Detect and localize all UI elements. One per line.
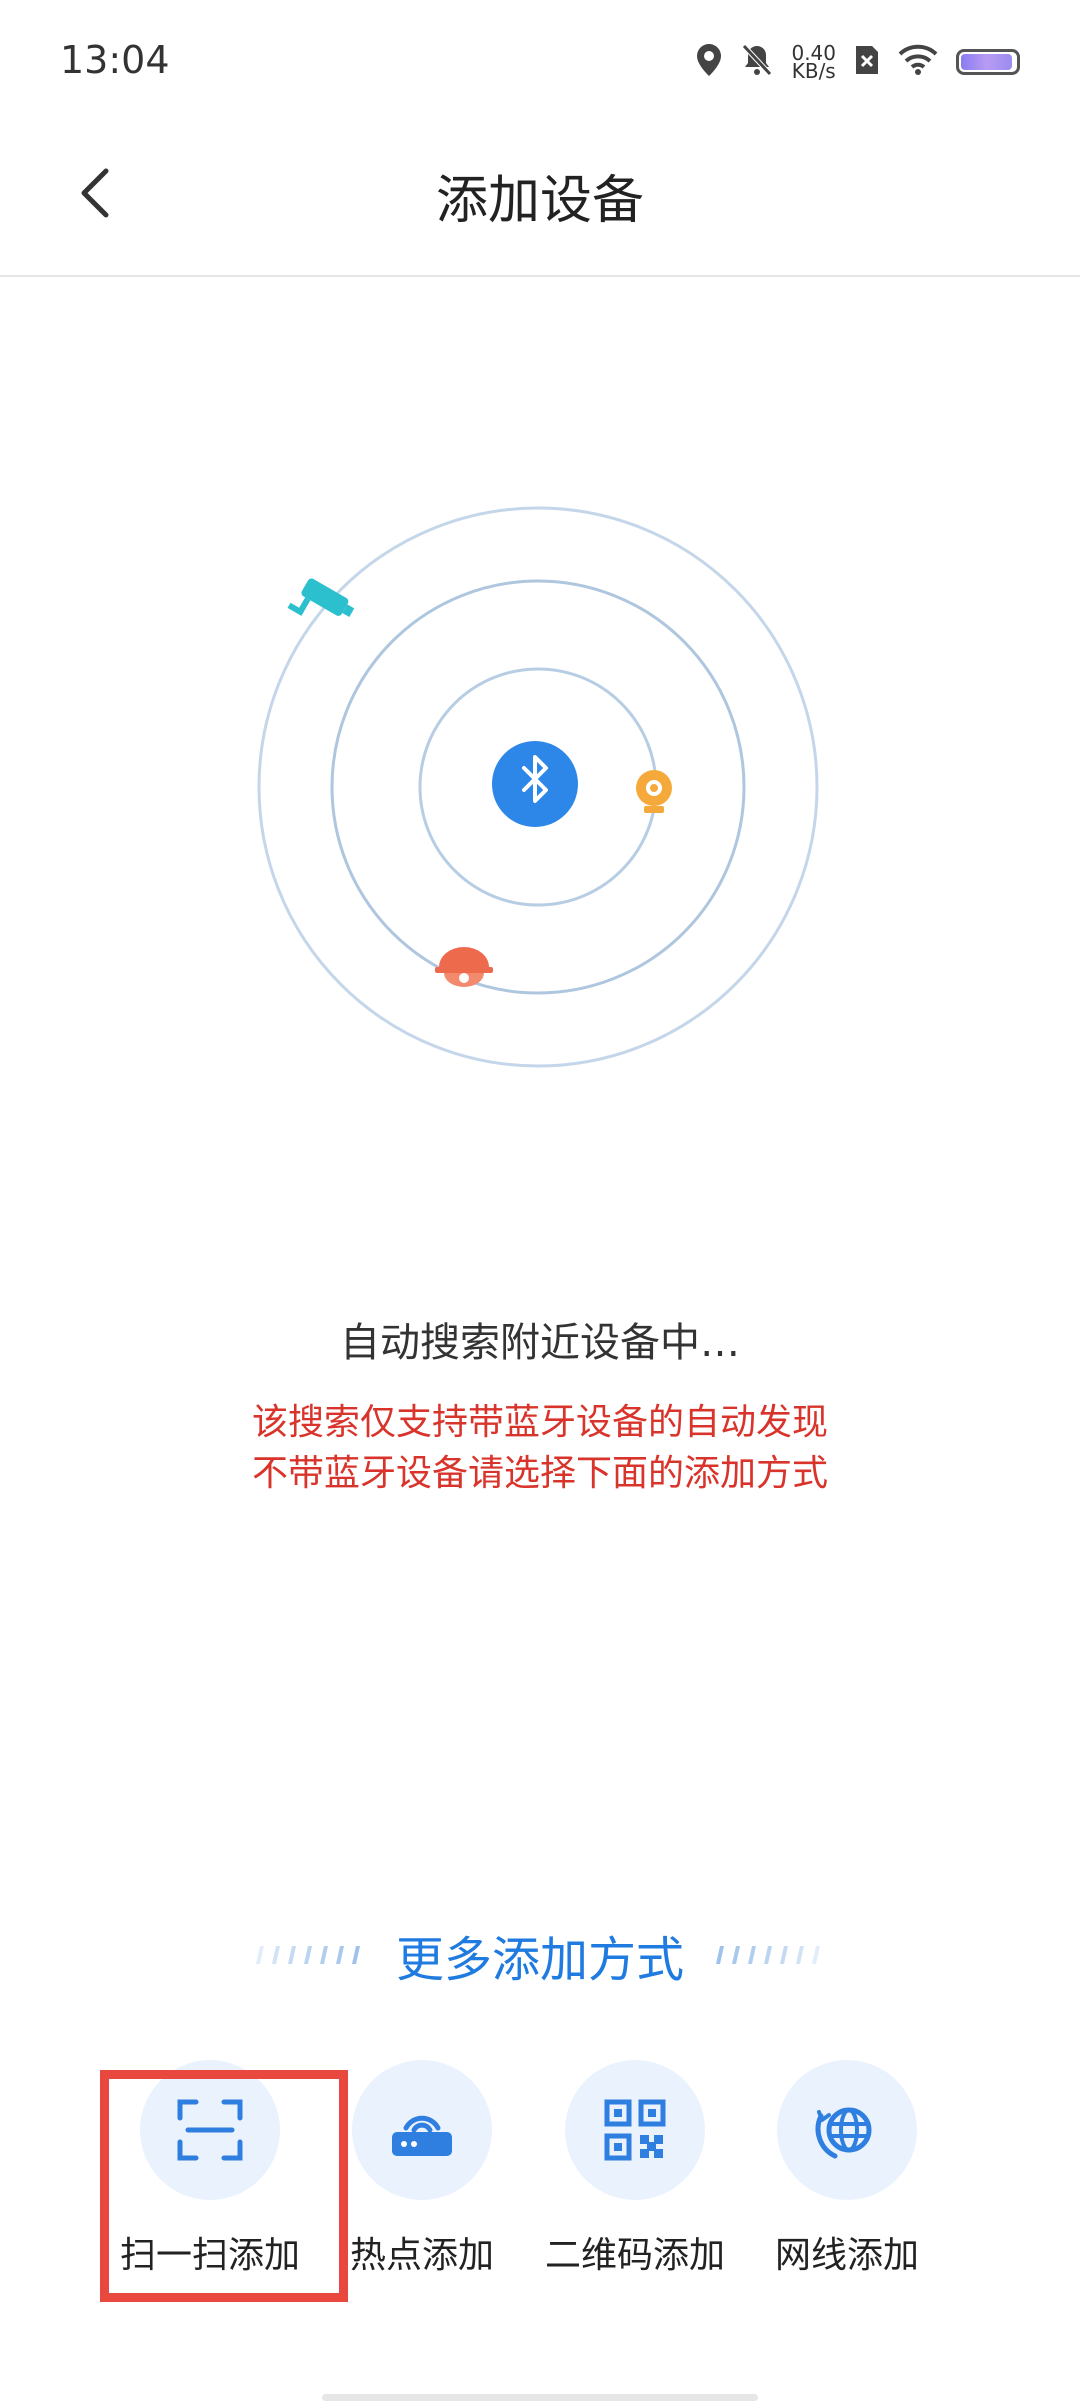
hotspot-add-label: 热点添加 [349, 2235, 494, 2276]
wifi-icon [898, 44, 938, 80]
network-cable-icon [815, 2107, 872, 2159]
scan-add-label: 扫一扫添加 [119, 2235, 300, 2276]
add-methods-list: 扫一扫添加 热点添加 二维码添加 网线添加 [90, 2060, 990, 2276]
dome-camera-icon [435, 947, 493, 987]
net-speed: 0.40 KB/s [791, 43, 836, 83]
home-indicator[interactable] [322, 2394, 758, 2401]
network-cable-add-button[interactable]: 网线添加 [742, 2060, 952, 2278]
no-sim-icon [854, 44, 880, 80]
right-stripes-decoration [716, 1946, 820, 1964]
scan-add-button[interactable]: 扫一扫添加 [105, 2060, 315, 2278]
battery-level [961, 54, 1013, 70]
hotspot-add-button[interactable]: 热点添加 [317, 2060, 527, 2278]
net-speed-unit: KB/s [791, 59, 836, 83]
status-bar: 13:04 0.40 KB/s [0, 0, 1080, 120]
more-methods-title: 更多添加方式 [395, 1932, 684, 1988]
hotspot-router-icon [392, 2115, 452, 2156]
webcam-icon [636, 770, 672, 813]
bluetooth-icon [492, 741, 578, 827]
status-icons: 0.40 KB/s [695, 42, 1020, 82]
status-time: 13:04 [60, 38, 170, 82]
network-icon-circle [777, 2060, 917, 2200]
qr-code-icon [604, 2099, 666, 2161]
bluetooth-hint-line2: 不带蓝牙设备请选择下面的添加方式 [251, 1453, 828, 1494]
search-status-text: 自动搜索附近设备中… [340, 1320, 740, 1366]
qr-code-add-button[interactable]: 二维码添加 [530, 2060, 740, 2278]
qr-code-add-label: 二维码添加 [544, 2235, 725, 2276]
hotspot-icon-circle [352, 2060, 492, 2200]
add-device-screen: 13:04 0.40 KB/s 添加设备 自动搜索附近设备中… 该搜索仅支持带蓝… [0, 0, 1080, 2408]
qr-icon-circle [565, 2060, 705, 2200]
network-cable-add-label: 网线添加 [774, 2235, 919, 2276]
scan-icon-circle [140, 2060, 280, 2200]
bluetooth-scan-radar [248, 497, 828, 1077]
top-bar: 添加设备 [0, 120, 1080, 277]
mute-icon [741, 43, 773, 81]
bluetooth-hint-line1: 该搜索仅支持带蓝牙设备的自动发现 [251, 1402, 828, 1443]
battery-icon [956, 49, 1020, 75]
location-icon [695, 42, 723, 82]
page-title: 添加设备 [435, 171, 644, 231]
scan-icon [177, 2099, 243, 2161]
more-methods-header: 更多添加方式 [0, 1920, 1080, 1990]
left-stripes-decoration [255, 1946, 360, 1964]
